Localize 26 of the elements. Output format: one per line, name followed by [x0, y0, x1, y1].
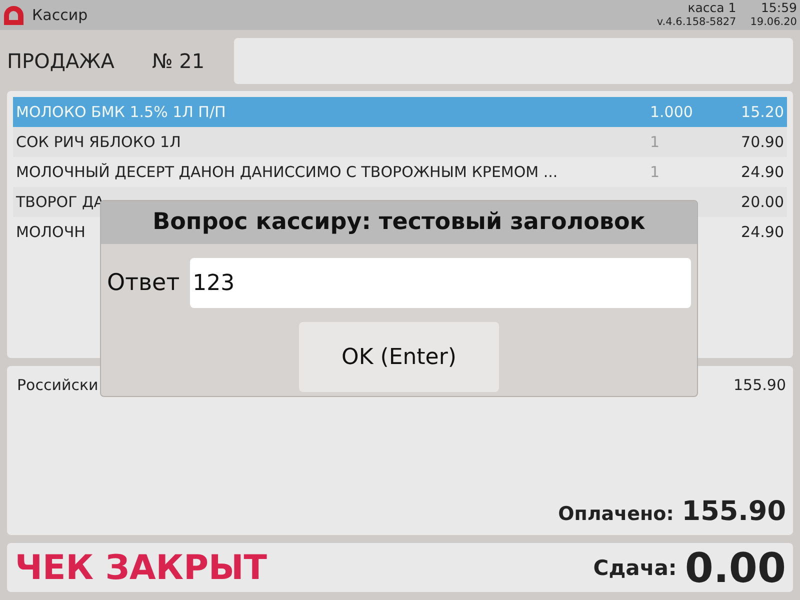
receipt-number: № 21: [152, 49, 206, 73]
item-price: 20.00: [740, 193, 784, 211]
item-price: 24.90: [740, 163, 784, 181]
item-name: СОК РИЧ ЯБЛОКО 1Л: [16, 133, 181, 151]
item-name: МОЛОЧНЫЙ ДЕСЕРТ ДАНОН ДАНИССИМО С ТВОРОЖНЫМ КРЕМОМ ...: [16, 163, 558, 181]
change-label: Сдача:: [593, 556, 677, 580]
change-amount: 0.00: [684, 544, 786, 592]
sale-title: ПРОДАЖА: [7, 49, 116, 73]
payment-amount: 155.90: [734, 376, 786, 394]
app-title: Кассир: [32, 6, 89, 24]
clock-time: 15:59: [760, 1, 797, 15]
item-name: МОЛОКО БМК 1.5% 1Л П/П: [16, 103, 226, 121]
item-quantity: 1: [650, 133, 661, 151]
item-quantity: 1: [650, 163, 661, 181]
version-label: v.4.6.158-5827: [656, 15, 736, 29]
answer-label: Ответ: [107, 270, 180, 296]
paid-amount: 155.90: [682, 496, 786, 527]
dialog-title: Вопрос кассиру: тестовый заголовок: [101, 201, 697, 244]
item-price: 15.20: [740, 103, 784, 121]
item-quantity: 1.000: [650, 103, 694, 121]
paid-label: Оплачено:: [558, 503, 674, 525]
register-label: касса 1: [688, 1, 736, 15]
date-label: 19.06.20: [750, 15, 797, 29]
receipt-status: ЧЕК ЗАКРЫТ: [15, 548, 268, 588]
item-price: 70.90: [740, 133, 784, 151]
payment-name: Российски: [17, 376, 98, 394]
